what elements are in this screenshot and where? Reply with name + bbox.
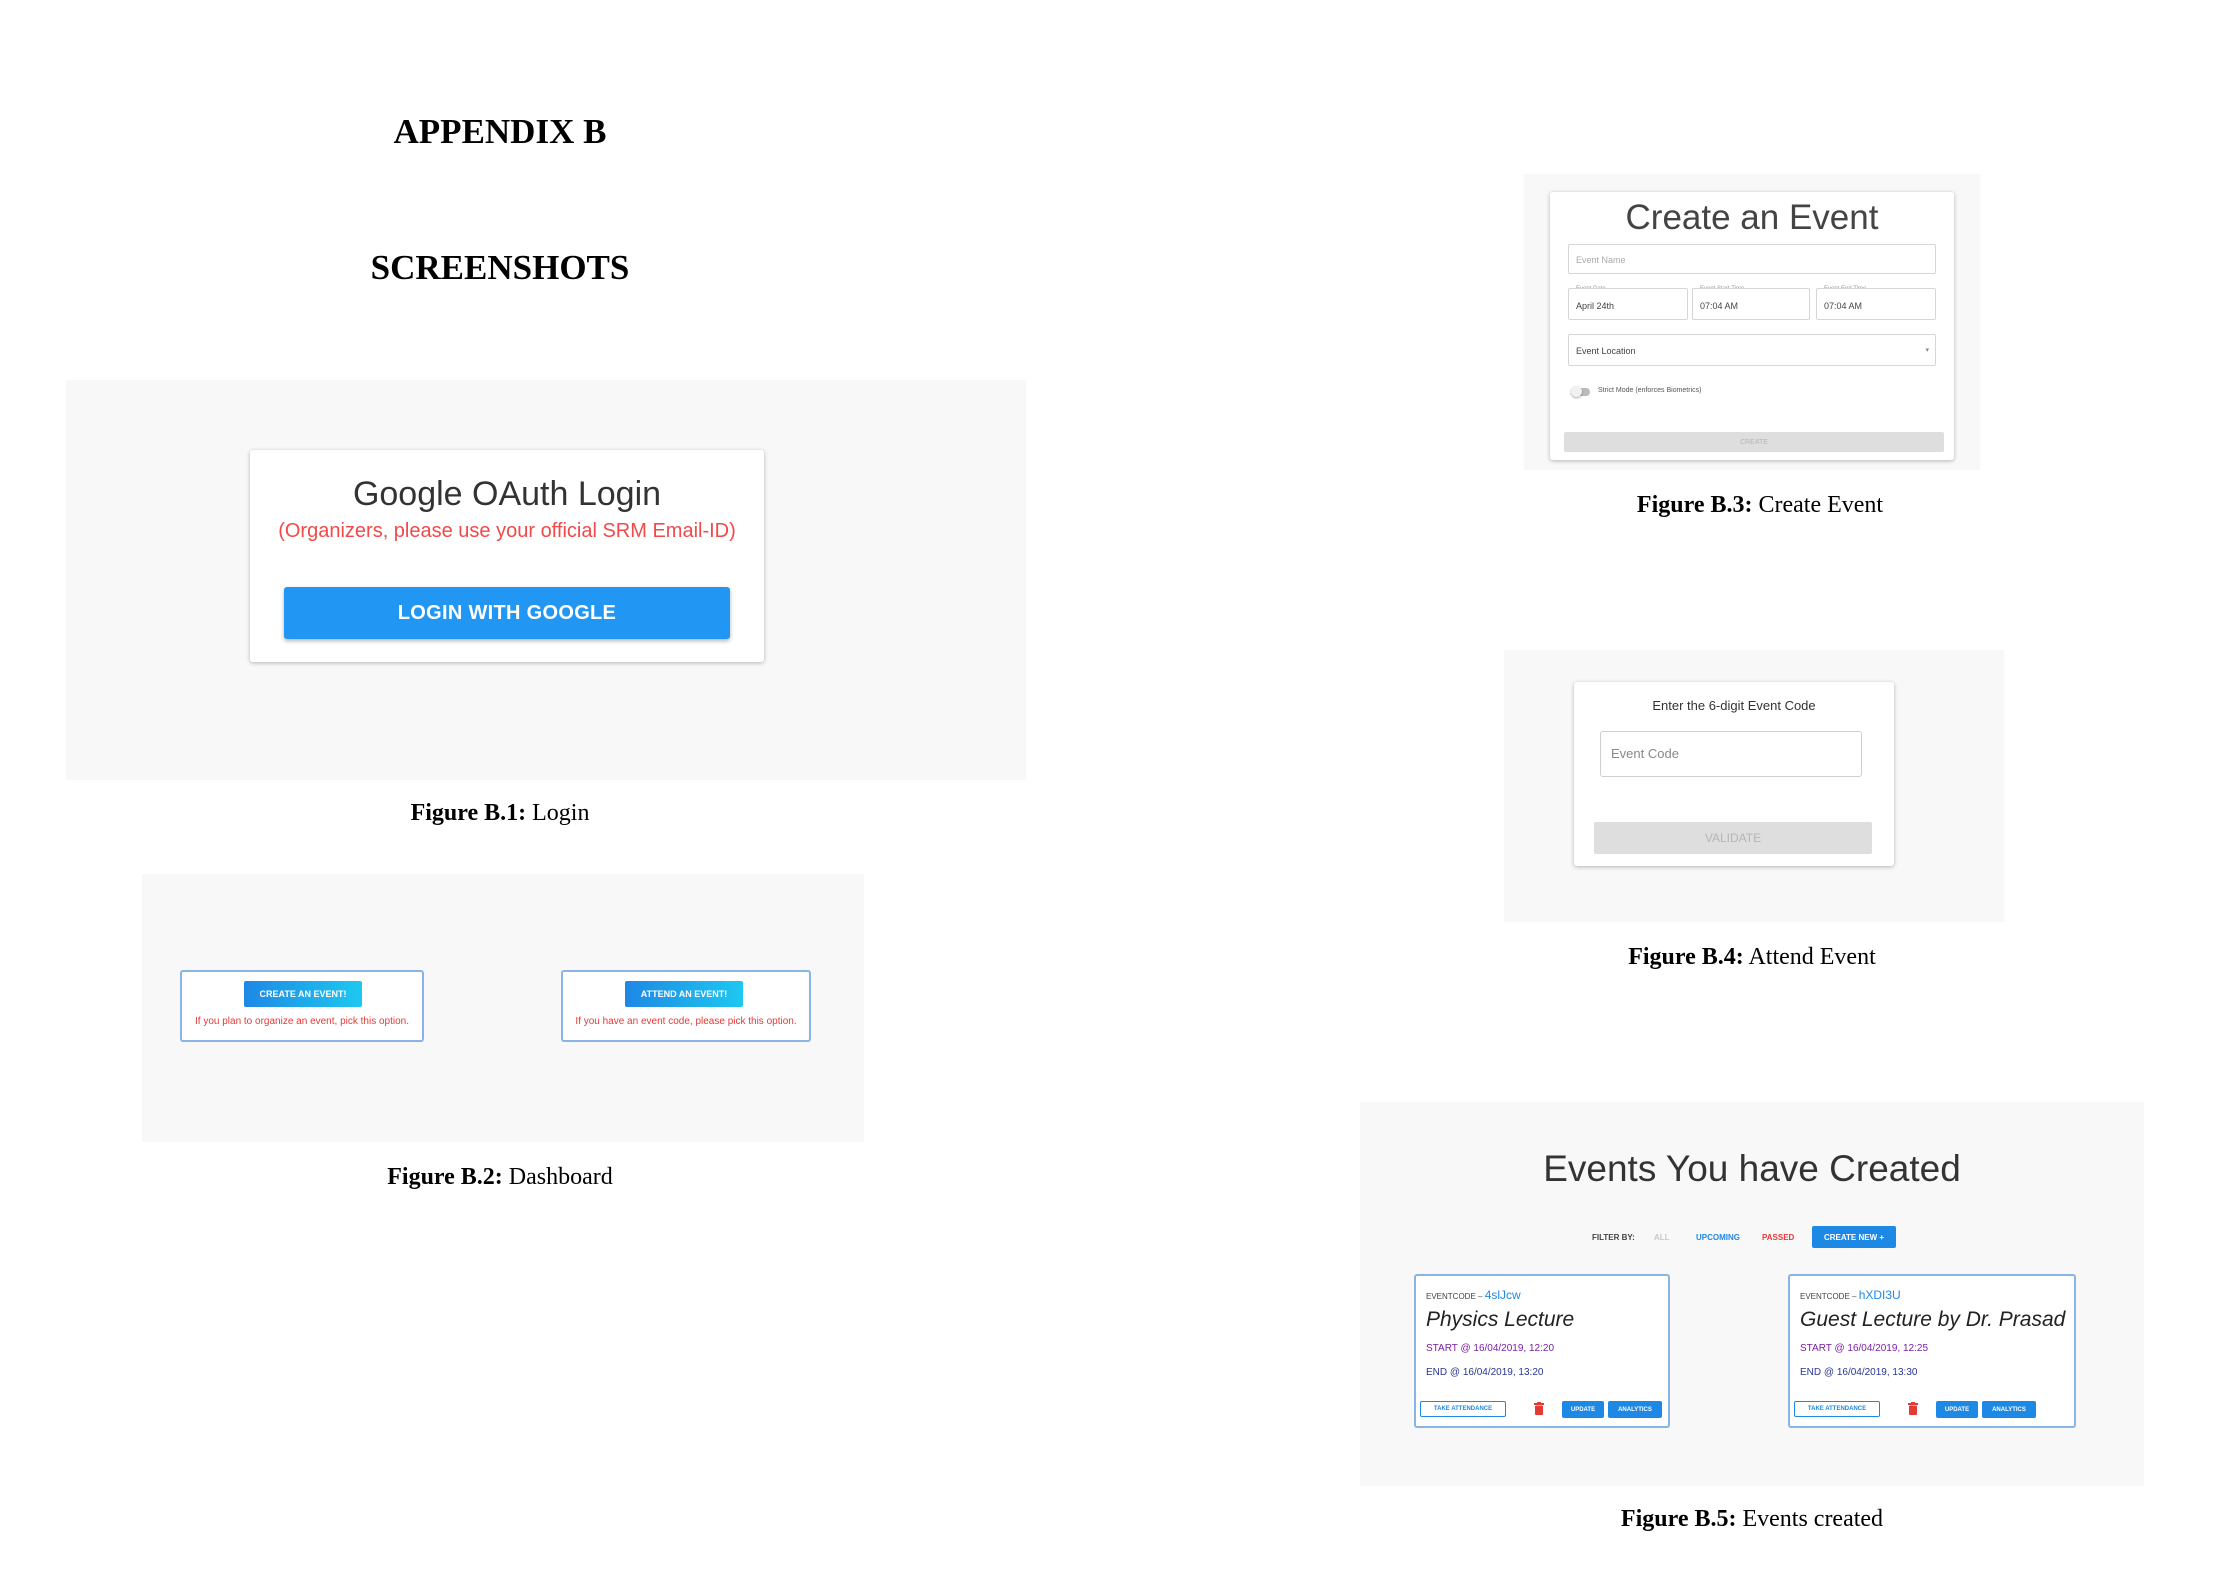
dashboard-screenshot: CREATE AN EVENT! If you plan to organize… — [142, 874, 864, 1142]
update-button[interactable]: UPDATE — [1562, 1401, 1604, 1418]
figure-b2-caption: Figure B.2: Dashboard — [300, 1164, 700, 1191]
figure-b1-label: Figure B.1: — [410, 800, 527, 826]
screenshots-heading: SCREENSHOTS — [370, 248, 630, 287]
figure-b1-text: Login — [532, 800, 590, 826]
event-card: EVENTCODE – 4slJcw Physics Lecture START… — [1414, 1274, 1670, 1428]
figure-b3-caption: Figure B.3: Create Event — [1560, 492, 1960, 519]
event-location-text: Event Location — [1576, 346, 1636, 356]
event-start: START @ 16/04/2019, 12:25 — [1800, 1343, 1929, 1354]
events-created-title: Events You have Created — [1543, 1148, 1961, 1189]
login-subtitle: (Organizers, please use your official SR… — [278, 520, 736, 542]
figure-b4-caption: Figure B.4: Attend Event — [1552, 944, 1952, 971]
create-event-screenshot: Create an Event Event Name Event Date Ap… — [1524, 174, 1980, 470]
create-event-hint: If you plan to organize an event, pick t… — [194, 1016, 410, 1027]
trash-icon[interactable] — [1534, 1402, 1544, 1415]
event-start-field[interactable]: 07:04 AM — [1692, 288, 1810, 320]
figure-b4-label: Figure B.4: — [1628, 944, 1744, 970]
figure-b5-caption: Figure B.5: Events created — [1552, 1506, 1952, 1533]
dropdown-arrow-icon: ▾ — [1925, 347, 1929, 354]
validate-button[interactable]: VALIDATE — [1594, 822, 1872, 854]
event-code: EVENTCODE – hXDI3U — [1800, 1288, 1901, 1302]
strict-mode-toggle[interactable] — [1571, 386, 1590, 397]
analytics-button[interactable]: ANALYTICS — [1982, 1401, 2036, 1418]
create-event-option: CREATE AN EVENT! If you plan to organize… — [180, 970, 424, 1042]
create-button[interactable]: CREATE — [1564, 432, 1944, 452]
attend-event-hint: If you have an event code, please pick t… — [575, 1016, 797, 1027]
event-code-value: 4slJcw — [1484, 1288, 1521, 1302]
figure-b1-caption: Figure B.1: Login — [300, 800, 700, 827]
event-code-input[interactable]: Event Code — [1600, 731, 1862, 777]
toggle-knob-icon — [1571, 386, 1582, 397]
figure-b4-text: Attend Event — [1748, 944, 1876, 970]
filter-all[interactable]: ALL — [1654, 1233, 1670, 1242]
event-end: END @ 16/04/2019, 13:20 — [1426, 1367, 1544, 1378]
take-attendance-button[interactable]: TAKE ATTENDANCE — [1794, 1401, 1880, 1417]
attend-event-card: Enter the 6-digit Event Code Event Code … — [1574, 682, 1894, 866]
take-attendance-button[interactable]: TAKE ATTENDANCE — [1420, 1401, 1506, 1417]
login-title: Google OAuth Login — [352, 475, 662, 513]
login-with-google-button[interactable]: LOGIN WITH GOOGLE — [284, 587, 730, 639]
create-event-button[interactable]: CREATE AN EVENT! — [244, 981, 362, 1007]
event-name: Physics Lecture — [1426, 1308, 1575, 1331]
figure-b5-label: Figure B.5: — [1620, 1506, 1737, 1532]
figure-b3-text: Create Event — [1758, 492, 1884, 518]
event-code-value: hXDI3U — [1858, 1288, 1901, 1302]
event-name: Guest Lecture by Dr. Prasad — [1800, 1308, 2066, 1331]
figure-b2-label: Figure B.2: — [387, 1164, 503, 1190]
attend-event-button[interactable]: ATTEND AN EVENT! — [625, 981, 743, 1007]
event-code: EVENTCODE – 4slJcw — [1426, 1288, 1521, 1302]
appendix-heading: APPENDIX B — [393, 112, 607, 151]
trash-icon[interactable] — [1908, 1402, 1918, 1415]
attend-event-screenshot: Enter the 6-digit Event Code Event Code … — [1504, 650, 2004, 922]
figure-b3-label: Figure B.3: — [1636, 492, 1753, 518]
create-event-card: Create an Event Event Name Event Date Ap… — [1550, 192, 1954, 460]
filter-passed[interactable]: PASSED — [1762, 1233, 1794, 1242]
event-code-prefix: EVENTCODE – — [1800, 1292, 1859, 1301]
strict-mode-label: Strict Mode (enforces Biometrics) — [1598, 387, 1702, 394]
event-end: END @ 16/04/2019, 13:30 — [1800, 1367, 1918, 1378]
figure-b2-text: Dashboard — [508, 1164, 613, 1190]
create-new-button[interactable]: CREATE NEW + — [1812, 1226, 1896, 1248]
event-name-field[interactable]: Event Name — [1568, 244, 1936, 274]
event-start: START @ 16/04/2019, 12:20 — [1426, 1343, 1555, 1354]
filter-label: FILTER BY: — [1592, 1233, 1635, 1242]
filter-upcoming[interactable]: UPCOMING — [1696, 1233, 1740, 1242]
login-card: Google OAuth Login (Organizers, please u… — [250, 450, 764, 662]
event-date-field[interactable]: April 24th — [1568, 288, 1688, 320]
event-location-select[interactable]: Event Location ▾ — [1568, 334, 1936, 366]
attend-event-title: Enter the 6-digit Event Code — [1652, 698, 1816, 713]
update-button[interactable]: UPDATE — [1936, 1401, 1978, 1418]
create-event-title: Create an Event — [1625, 198, 1879, 237]
events-created-screenshot: Events You have Created FILTER BY: ALL U… — [1360, 1102, 2144, 1486]
figure-b5-text: Events created — [1742, 1506, 1884, 1532]
event-end-field[interactable]: 07:04 AM — [1816, 288, 1936, 320]
login-screenshot: Google OAuth Login (Organizers, please u… — [66, 380, 1026, 780]
event-code-prefix: EVENTCODE – — [1426, 1292, 1485, 1301]
attend-event-option: ATTEND AN EVENT! If you have an event co… — [561, 970, 811, 1042]
analytics-button[interactable]: ANALYTICS — [1608, 1401, 1662, 1418]
event-card: EVENTCODE – hXDI3U Guest Lecture by Dr. … — [1788, 1274, 2076, 1428]
